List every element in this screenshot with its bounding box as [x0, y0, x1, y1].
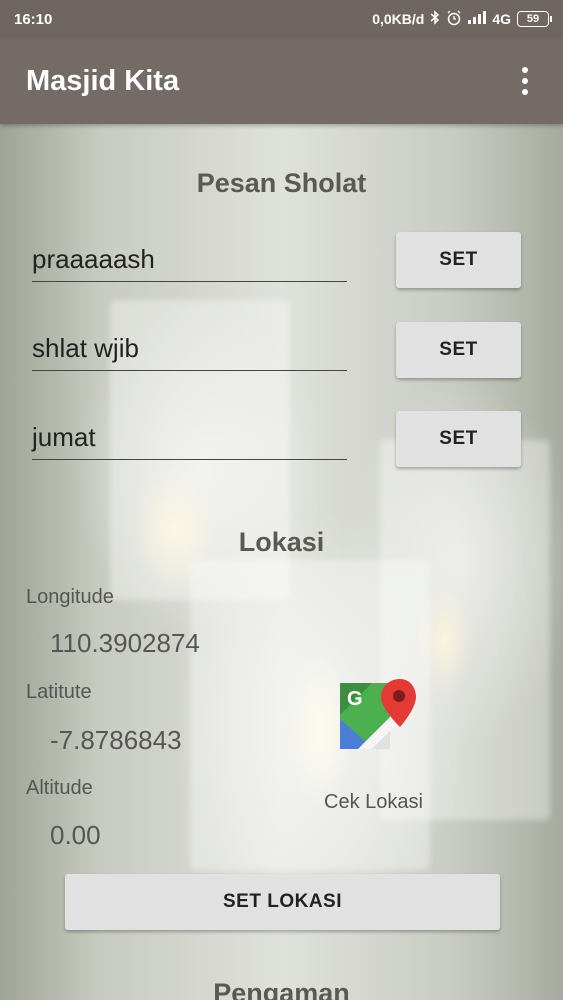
app-title: Masjid Kita [26, 64, 180, 97]
status-icons: 0,0KB/d 4G 59 [372, 10, 552, 29]
signal-icon [468, 11, 487, 27]
alarm-icon [446, 10, 462, 29]
altitude-value: 0.00 [50, 820, 101, 850]
pengaman-title: Pengaman [213, 978, 350, 1000]
network-type: 4G [492, 11, 511, 27]
network-speed: 0,0KB/d [372, 11, 425, 27]
set-button-1[interactable]: SET [396, 232, 521, 288]
bluetooth-icon [430, 10, 440, 28]
svg-text:G: G [347, 688, 363, 710]
set-lokasi-button[interactable]: SET LOKASI [65, 874, 500, 930]
status-bar: 16:10 0,0KB/d 4G 59 [0, 0, 563, 38]
google-maps-icon[interactable]: G [338, 673, 418, 753]
latitude-value: -7.8786843 [50, 725, 182, 755]
longitude-value: 110.3902874 [50, 628, 200, 658]
lokasi-title: Lokasi [238, 527, 325, 557]
cek-lokasi-label[interactable]: Cek Lokasi [324, 791, 423, 814]
lantern-decoration [380, 440, 550, 820]
latitude-label: Latitute [26, 681, 92, 703]
set-button-3[interactable]: SET [396, 411, 521, 467]
more-vert-icon[interactable] [513, 61, 537, 101]
battery-level: 59 [526, 13, 540, 25]
app-bar: Masjid Kita [0, 38, 563, 124]
status-time: 16:10 [14, 10, 53, 28]
battery-icon: 59 [517, 11, 552, 27]
set-button-2[interactable]: SET [396, 322, 521, 378]
pesan-sholat-title: Pesan Sholat [196, 168, 367, 198]
altitude-label: Altitude [26, 777, 93, 799]
message-field-2[interactable]: shlat wjib [32, 333, 347, 371]
longitude-label: Longitude [26, 586, 114, 608]
message-field-1[interactable]: praaaaash [32, 244, 347, 282]
message-field-3[interactable]: jumat [32, 422, 347, 460]
